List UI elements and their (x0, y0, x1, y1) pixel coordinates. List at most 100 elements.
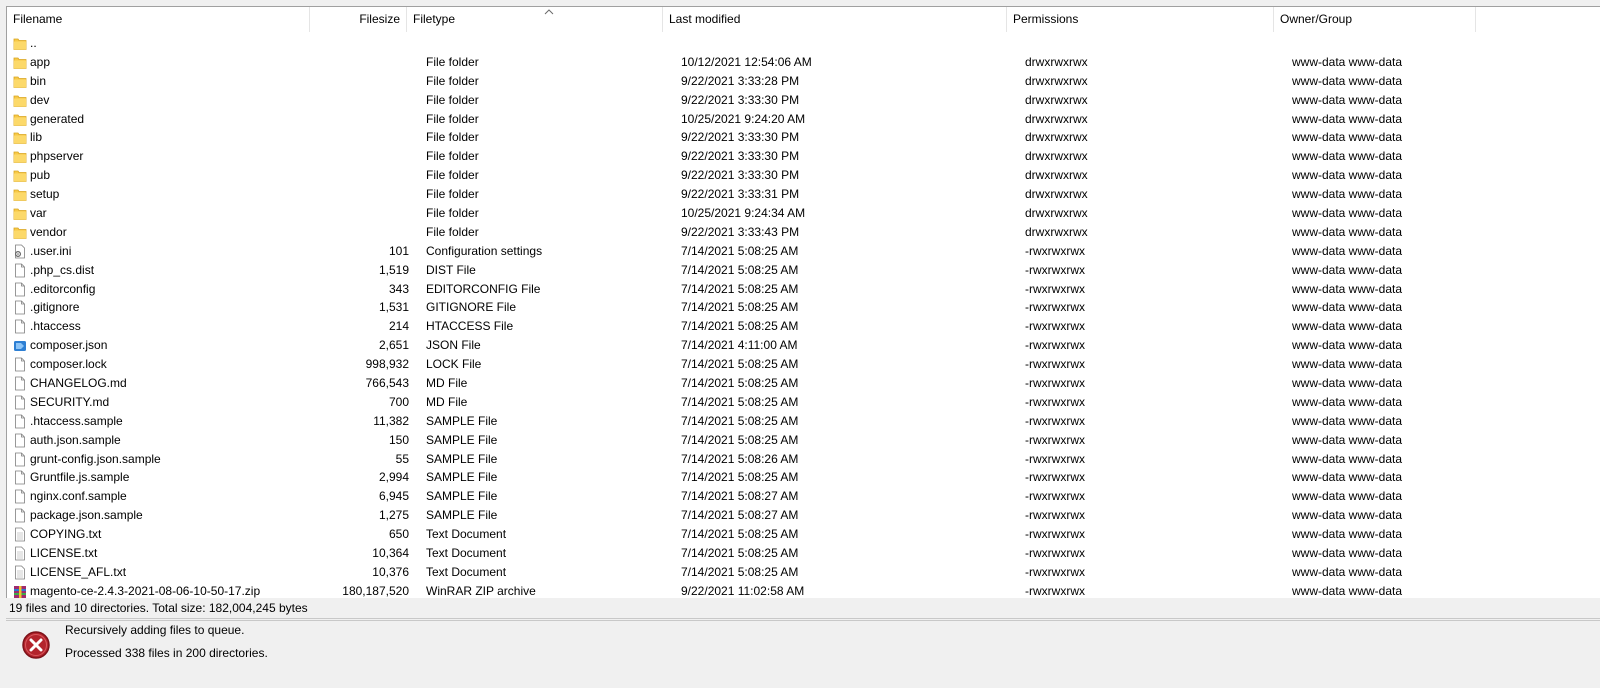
file-name-cell: auth.json.sample (13, 431, 313, 450)
file-size: 998,932 (365, 357, 409, 372)
file-row[interactable]: dev File folder 9/22/2021 3:33:30 PM drwxrw… (7, 91, 1600, 110)
file-type: Text Document (426, 546, 507, 561)
file-size: 1,519 (378, 262, 409, 277)
file-row[interactable]: .gitignore 1,531 GITIGNORE File 7/14/2021 5… (7, 298, 1600, 317)
file-row[interactable]: var File folder 10/25/2021 9:24:34 AM drwxr… (7, 204, 1600, 223)
log-message-line-2: Processed 338 files in 200 directories. (65, 646, 268, 660)
file-permissions: -rwxrwxrwx (1025, 338, 1085, 353)
file-size: 11,382 (373, 413, 409, 428)
file-permissions: -rwxrwxrwx (1025, 432, 1085, 447)
file-list-header: Filename Filesize Filetype Last modified… (7, 7, 1600, 32)
file-name: .gitignore (30, 300, 80, 315)
column-header-permissions[interactable]: Permissions (1007, 7, 1274, 32)
file-size (317, 110, 413, 129)
file-type: SAMPLE File (426, 508, 498, 523)
file-name: .htaccess.sample (30, 413, 123, 428)
file-size (317, 223, 413, 242)
file-name: phpserver (30, 149, 84, 164)
column-header-filetype[interactable]: Filetype (407, 7, 663, 32)
file-last-modified: 10/25/2021 9:24:34 AM (681, 206, 806, 221)
file-size (317, 128, 413, 147)
file-last-modified: 7/14/2021 5:08:25 AM (681, 546, 799, 561)
file-permissions: drwxrwxrwx (1025, 73, 1088, 88)
column-header-last-modified[interactable]: Last modified (663, 7, 1007, 32)
file-row[interactable]: magento-ce-2.4.3-2021-08-06-10-50-17.zip… (7, 582, 1600, 599)
file-name-cell: COPYING.txt (13, 525, 313, 544)
file-type: MD File (426, 394, 468, 409)
file-row[interactable]: pub File folder 9/22/2021 3:33:30 PM drwxrw… (7, 166, 1600, 185)
remote-file-list[interactable]: Filename Filesize Filetype Last modified… (6, 6, 1600, 599)
file-name: composer.json (30, 338, 108, 353)
file-owner-group: www-data www-data (1292, 527, 1403, 542)
file-row[interactable]: .htaccess 214 HTACCESS File 7/14/2021 5:08:… (7, 317, 1600, 336)
file-row[interactable]: composer.lock 998,932 LOCK File 7/14/2021 5… (7, 355, 1600, 374)
file-size (317, 34, 413, 53)
file-name: package.json.sample (30, 508, 143, 523)
file-type: WinRAR ZIP archive (426, 583, 536, 598)
file-row[interactable]: nginx.conf.sample 6,945 SAMPLE File 7/14/20… (7, 487, 1600, 506)
file-name: .htaccess (30, 319, 81, 334)
file-owner-group: www-data www-data (1292, 168, 1403, 183)
file-row[interactable]: LICENSE.txt 10,364 Text Document 7/14/2021 … (7, 544, 1600, 563)
file-owner-group: www-data www-data (1292, 206, 1403, 221)
file-row[interactable]: package.json.sample 1,275 SAMPLE File 7/14/… (7, 506, 1600, 525)
file-owner-group: www-data www-data (1292, 413, 1403, 428)
file-name: auth.json.sample (30, 432, 121, 447)
file-name: composer.lock (30, 357, 107, 372)
file-name-cell: .user.ini (13, 242, 313, 261)
file-last-modified: 10/25/2021 9:24:20 AM (681, 111, 806, 126)
file-row[interactable]: CHANGELOG.md 766,543 MD File 7/14/2021 5:08… (7, 374, 1600, 393)
file-last-modified: 7/14/2021 5:08:25 AM (681, 262, 799, 277)
file-type: LOCK File (426, 357, 482, 372)
file-size (317, 91, 413, 110)
file-owner-group: www-data www-data (1292, 300, 1403, 315)
file-name-cell: vendor (13, 223, 313, 242)
file-row[interactable]: composer.json 2,651 JSON File 7/14/2021 4:1… (7, 336, 1600, 355)
file-row[interactable]: COPYING.txt 650 Text Document 7/14/2021 5:0… (7, 525, 1600, 544)
file-row[interactable]: grunt-config.json.sample 55 SAMPLE File 7/1… (7, 450, 1600, 469)
file-size: 180,187,520 (342, 583, 409, 598)
file-row[interactable]: .user.ini 101 Configuration settings 7/14/2… (7, 242, 1600, 261)
file-row[interactable]: generated File folder 10/25/2021 9:24:20 A… (7, 110, 1600, 129)
file-row[interactable]: auth.json.sample 150 SAMPLE File 7/14/2021 … (7, 431, 1600, 450)
file-type: SAMPLE File (426, 413, 498, 428)
file-row[interactable]: .htaccess.sample 11,382 SAMPLE File 7/14/20… (7, 412, 1600, 431)
file-row[interactable]: Gruntfile.js.sample 2,994 SAMPLE File 7/14/… (7, 468, 1600, 487)
file-permissions: drwxrwxrwx (1025, 168, 1088, 183)
file-row[interactable]: app File folder 10/12/2021 12:54:06 AM drwx… (7, 53, 1600, 72)
file-row[interactable]: LICENSE_AFL.txt 10,376 Text Document 7/14/2… (7, 563, 1600, 582)
file-name: setup (30, 187, 60, 202)
file-type: GITIGNORE File (426, 300, 517, 315)
file-last-modified: 7/14/2021 5:08:25 AM (681, 357, 799, 372)
file-type: File folder (426, 168, 479, 183)
file-row[interactable]: setup File folder 9/22/2021 3:33:31 PM drwx… (7, 185, 1600, 204)
file-type: Configuration settings (426, 243, 543, 258)
file-size: 55 (395, 451, 409, 466)
file-name: CHANGELOG.md (30, 376, 127, 391)
file-name: .user.ini (30, 243, 72, 258)
file-row[interactable]: .php_cs.dist 1,519 DIST File 7/14/2021 5:08… (7, 261, 1600, 280)
file-owner-group: www-data www-data (1292, 394, 1403, 409)
file-row[interactable]: lib File folder 9/22/2021 3:33:30 PM drwxrw… (7, 128, 1600, 147)
file-name-cell: var (13, 204, 313, 223)
file-name-cell: lib (13, 128, 313, 147)
file-name: generated (30, 111, 85, 126)
file-row[interactable]: SECURITY.md 700 MD File 7/14/2021 5:08:25 A… (7, 393, 1600, 412)
file-name-cell: LICENSE.txt (13, 544, 313, 563)
column-header-filename[interactable]: Filename (7, 7, 310, 32)
error-icon (22, 631, 50, 659)
file-row[interactable]: .. (7, 34, 1600, 53)
file-last-modified: 9/22/2021 3:33:43 PM (681, 224, 800, 239)
file-row[interactable]: vendor File folder 9/22/2021 3:33:43 PM drw… (7, 223, 1600, 242)
file-name: magento-ce-2.4.3-2021-08-06-10-50-17.zip (30, 583, 261, 598)
file-row[interactable]: phpserver File folder 9/22/2021 3:33:30 PM… (7, 147, 1600, 166)
column-header-owner-group[interactable]: Owner/Group (1274, 7, 1476, 32)
file-row[interactable]: bin File folder 9/22/2021 3:33:28 PM drwxrw… (7, 72, 1600, 91)
file-owner-group: www-data www-data (1292, 432, 1403, 447)
file-owner-group: www-data www-data (1292, 546, 1403, 561)
file-name-cell: .htaccess.sample (13, 412, 313, 431)
column-header-filesize[interactable]: Filesize (310, 7, 407, 32)
file-row[interactable]: .editorconfig 343 EDITORCONFIG File 7/14/20… (7, 280, 1600, 299)
message-log[interactable]: Recursively adding files to queue. Proce… (6, 620, 1600, 671)
file-size: 2,651 (378, 338, 409, 353)
